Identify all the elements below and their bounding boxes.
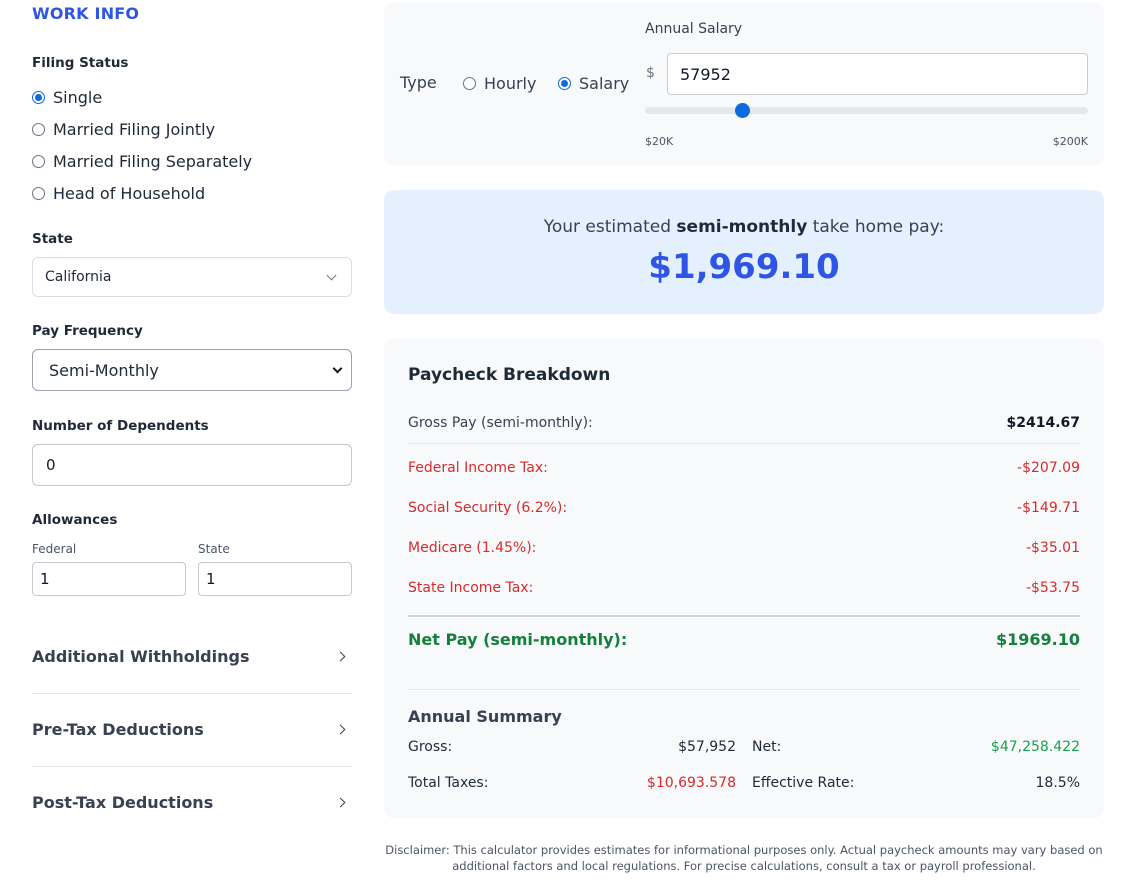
pay-frequency-value: Semi-Monthly [49,360,159,380]
annual-net-value: $47,258.422 [990,739,1080,755]
chevron-right-icon [335,651,346,662]
chevron-down-icon [332,363,343,373]
annual-summary-title: Annual Summary [408,707,562,726]
disclaimer: Disclaimer: This calculator provides est… [385,843,1103,873]
work-info-panel: WORK INFO Filing Status Single Married F… [32,0,352,890]
accordion-additional-withholdings[interactable]: Additional Withholdings [32,620,352,693]
total-taxes-value: $10,693.578 [646,775,736,791]
dependents-input[interactable]: 0 [32,444,352,486]
radio-single[interactable]: Single [32,86,102,108]
gross-pay-value: $2414.67 [1006,415,1080,431]
social-security-value: -$149.71 [1017,500,1080,516]
radio-label: Hourly [484,73,537,93]
filing-status-label: Filing Status [32,55,129,71]
medicare-value: -$35.01 [1025,540,1080,556]
radio-button[interactable] [463,76,476,90]
currency-symbol: $ [646,65,655,81]
state-select[interactable]: California [32,257,352,297]
state-value: California [45,269,112,285]
result-caption: Your estimated semi-monthly take home pa… [384,217,1104,237]
federal-allowance-input[interactable]: 1 [32,562,186,596]
federal-allowance-label: Federal [32,542,77,556]
radio-label: Married Filing Jointly [53,119,216,139]
net-pay-value: $1969.10 [995,630,1080,649]
result-prefix: Your estimated [543,217,677,237]
medicare-label: Medicare (1.45%): [408,540,537,556]
radio-salary[interactable]: Salary [558,72,629,94]
radio-label: Married Filing Separately [53,151,253,171]
total-taxes-label: Total Taxes: [408,775,489,791]
allowances-label: Allowances [32,512,118,528]
take-home-amount: $1,969.10 [648,247,840,287]
divider [408,443,1080,444]
accordion-post-tax-deductions[interactable]: Post-Tax Deductions [32,766,352,839]
chevron-down-icon [326,270,337,280]
type-label: Type [400,73,437,92]
state-allowance-label: State [198,542,230,556]
chevron-right-icon [335,724,346,735]
net-pay-label: Net Pay (semi-monthly): [408,630,628,649]
annual-salary-label: Annual Salary [645,21,743,37]
effective-rate-value: 18.5% [1035,775,1080,791]
annual-gross-label: Gross: [408,739,453,755]
state-label: State [32,231,73,247]
radio-married-separately[interactable]: Married Filing Separately [32,150,252,172]
section-title: WORK INFO [32,4,140,23]
radio-button[interactable] [558,76,571,90]
breakdown-title: Paycheck Breakdown [408,365,611,385]
gross-pay-label: Gross Pay (semi-monthly): [408,415,593,431]
result-suffix: take home pay: [807,217,945,237]
divider [408,615,1080,617]
federal-tax-label: Federal Income Tax: [408,460,548,476]
salary-slider-track[interactable] [645,107,1088,114]
radio-label: Salary [579,73,630,93]
radio-button[interactable] [32,154,45,168]
result-frequency: semi-monthly [676,217,808,237]
social-security-label: Social Security (6.2%): [408,500,568,516]
chevron-right-icon [335,797,346,808]
annual-salary-input[interactable]: 57952 [667,53,1088,95]
radio-button[interactable] [32,122,45,136]
slider-max-label: $200K [1052,135,1088,148]
state-tax-label: State Income Tax: [408,580,534,596]
federal-tax-value: -$207.09 [1017,460,1080,476]
accordion-label: Pre-Tax Deductions [32,720,204,739]
annual-net-label: Net: [752,739,782,755]
radio-label: Head of Household [53,183,206,203]
accordion-pre-tax-deductions[interactable]: Pre-Tax Deductions [32,693,352,766]
accordion-label: Additional Withholdings [32,647,250,666]
annual-gross-value: $57,952 [678,739,736,755]
radio-married-jointly[interactable]: Married Filing Jointly [32,118,215,140]
accordion-label: Post-Tax Deductions [32,793,214,812]
effective-rate-label: Effective Rate: [752,775,855,791]
state-allowance-input[interactable]: 1 [198,562,352,596]
radio-button[interactable] [32,186,45,200]
pay-frequency-label: Pay Frequency [32,323,143,339]
radio-button[interactable] [32,90,45,104]
radio-hourly[interactable]: Hourly [463,72,536,94]
slider-min-label: $20K [645,135,674,148]
state-tax-value: -$53.75 [1025,580,1080,596]
radio-head-of-household[interactable]: Head of Household [32,182,205,204]
divider [408,689,1080,690]
radio-label: Single [53,87,103,107]
pay-frequency-select[interactable]: Semi-Monthly [32,349,352,391]
dependents-label: Number of Dependents [32,418,209,434]
